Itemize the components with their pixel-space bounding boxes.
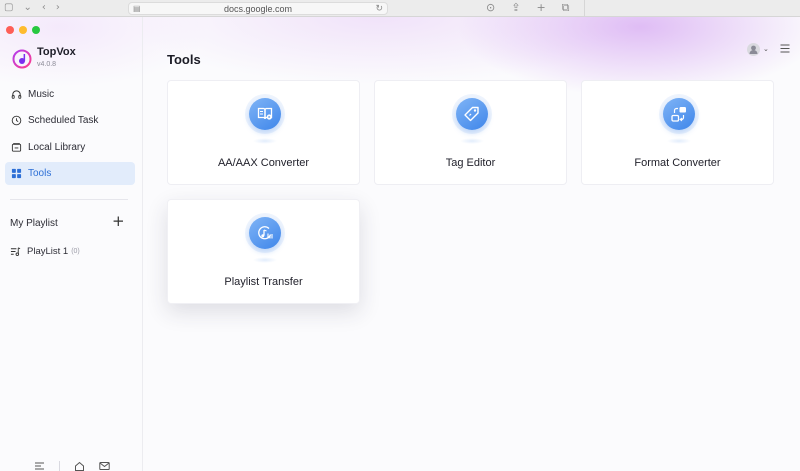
zoom-window-button[interactable] [32,26,40,34]
card-icon-halo [659,94,699,134]
feedback-icon[interactable] [34,461,45,471]
back-icon[interactable]: ‹ [42,2,46,13]
chevron-down-icon[interactable]: ⌄ [763,45,769,53]
sidebar-item-music[interactable]: Music [5,83,135,106]
minimize-window-button[interactable] [19,26,27,34]
sidebar-item-label: Music [28,89,55,100]
playlist-name: PlayList 1 [27,246,69,257]
grid-icon [10,168,22,180]
audiobook-icon [249,98,281,130]
playlist-section-title: My Playlist [10,218,58,229]
card-icon-shadow [253,138,277,144]
tool-card-label: Tag Editor [445,157,496,169]
card-icon-shadow [460,138,484,144]
page-title: Tools [167,52,201,67]
forward-icon[interactable]: › [56,2,60,13]
sidebar: TopVox v4.0.8 Music Scheduled Task Local… [0,17,143,471]
add-playlist-button[interactable]: + [112,214,125,229]
tag-icon [456,98,488,130]
browser-nav-controls: ▢ ⌄ ‹ › [4,2,60,13]
app-version: v4.0.8 [37,61,57,68]
headphones-icon [10,89,22,101]
browser-toolbar: ▢ ⌄ ‹ › ▤ docs.google.com ↻ ⊙ ⇪ + ⧉ [0,0,800,17]
user-avatar-icon[interactable] [747,43,760,56]
playlist-count: (0) [71,248,80,255]
playlist-item[interactable]: PlayList 1 (0) [10,246,80,257]
tool-card-label: Playlist Transfer [224,276,303,288]
clock-icon [10,115,22,127]
sidebar-item-label: Tools [28,168,52,179]
playlist-transfer-icon [249,217,281,249]
card-icon-shadow [667,138,691,144]
tabs-overview-icon[interactable]: ⧉ [562,1,570,15]
close-window-button[interactable] [6,26,14,34]
toolbar-divider [584,0,585,17]
card-icon-halo [245,213,285,253]
sidebar-divider [10,199,128,200]
chevron-down-icon[interactable]: ⌄ [23,2,31,13]
card-icon-shadow [253,257,277,263]
home-icon[interactable] [74,461,85,471]
card-icon-halo [245,94,285,134]
reload-icon[interactable]: ↻ [375,3,383,14]
library-icon [10,142,22,154]
sidebar-item-label: Local Library [28,142,86,153]
sidebar-item-tools[interactable]: Tools [5,162,135,185]
browser-actions: ⊙ ⇪ + ⧉ [486,1,570,15]
tool-card-format-converter[interactable]: Format Converter [581,80,774,185]
app-window: TopVox v4.0.8 Music Scheduled Task Local… [0,17,800,471]
page-icon: ▤ [133,4,141,13]
address-bar[interactable]: ▤ docs.google.com ↻ [128,2,388,15]
app-name: TopVox [37,46,76,58]
mail-icon[interactable] [99,461,110,471]
format-convert-icon [663,98,695,130]
sidebar-item-local-library[interactable]: Local Library [5,136,135,159]
window-controls [6,26,40,34]
menu-icon[interactable] [780,44,790,53]
share-icon[interactable]: ⇪ [511,1,520,15]
sidebar-toggle-icon[interactable]: ▢ [4,2,13,13]
new-tab-icon[interactable]: + [536,1,545,15]
tool-card-label: Format Converter [634,157,721,169]
card-icon-halo [452,94,492,134]
sidebar-item-label: Scheduled Task [28,115,99,126]
download-icon[interactable]: ⊙ [486,1,495,15]
tool-card-tag-editor[interactable]: Tag Editor [374,80,567,185]
sidebar-item-scheduled-task[interactable]: Scheduled Task [5,109,135,132]
tool-card-label: AA/AAX Converter [217,157,310,169]
app-logo-icon [12,49,32,69]
tool-card-playlist-transfer[interactable]: Playlist Transfer [167,199,360,304]
footer-divider [59,461,60,471]
sidebar-footer [34,461,110,471]
playlist-icon [10,247,21,256]
url-text: docs.google.com [223,3,293,14]
tool-card-aa-aax-converter[interactable]: AA/AAX Converter [167,80,360,185]
